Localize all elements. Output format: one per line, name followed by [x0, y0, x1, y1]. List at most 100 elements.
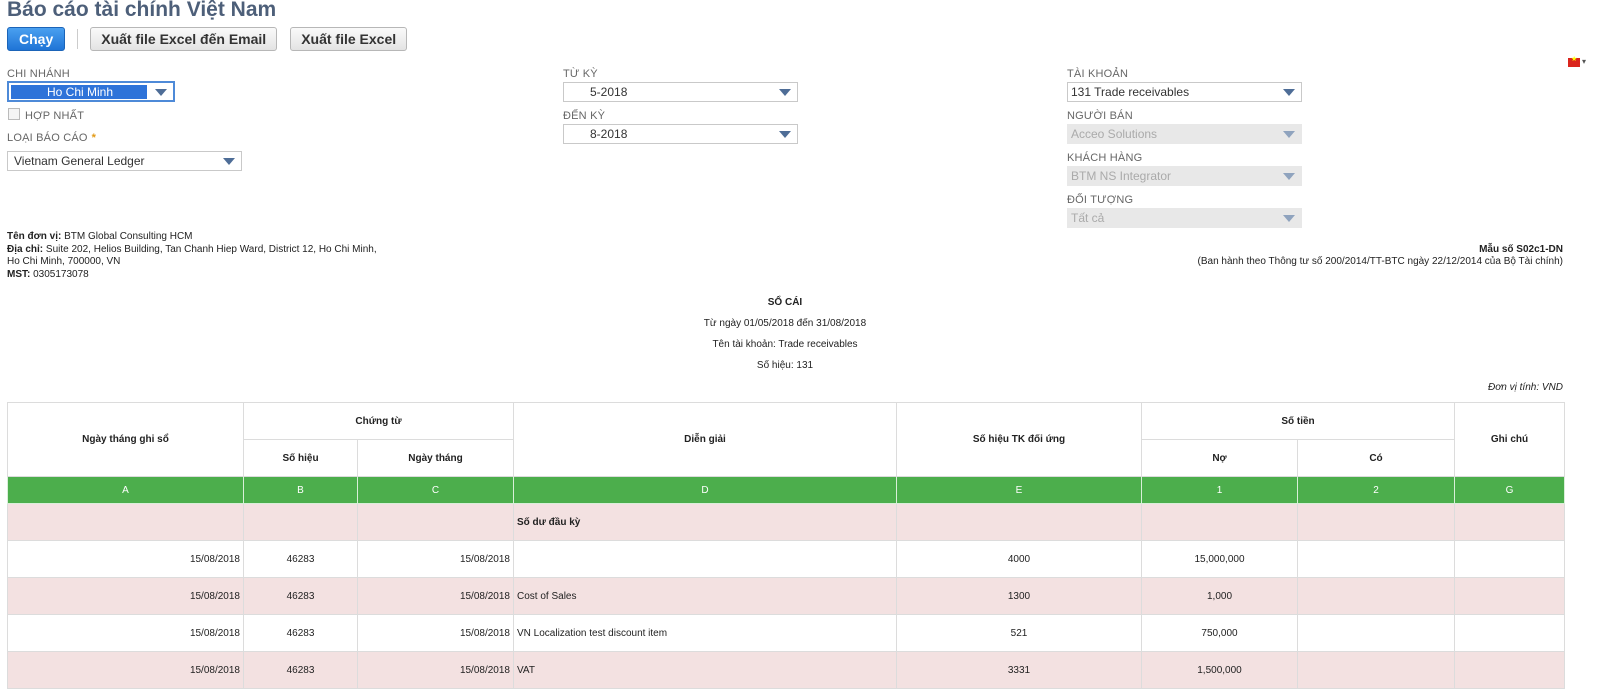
branch-value: Ho Chi Minh: [11, 84, 147, 99]
run-button[interactable]: Chạy: [7, 27, 66, 51]
credit-amount: [1297, 540, 1455, 578]
credit-amount: [1297, 614, 1455, 652]
table-row: 15/08/2018 46283 15/08/2018 VN Localizat…: [7, 614, 1565, 652]
entity-label: ĐỐI TƯỢNG: [1067, 194, 1134, 206]
header-note: Ghi chú: [1454, 402, 1565, 477]
note: [1454, 614, 1565, 652]
column-letter: D: [513, 476, 897, 504]
dropdown-arrow-icon: [1283, 173, 1295, 180]
vendor-label: NGƯỜI BÁN: [1067, 110, 1133, 122]
column-letter: C: [357, 476, 514, 504]
description: [513, 540, 897, 578]
toolbar: Chạy Xuất file Excel đến Email Xuất file…: [7, 27, 408, 51]
consolidate-label: HỢP NHẤT: [25, 110, 85, 122]
contra-account: 4000: [896, 540, 1142, 578]
report-title: SỔ CÁI: [767, 297, 803, 308]
report-account-name: Tên tài khoản: Trade receivables: [712, 339, 858, 350]
dropdown-arrow-icon: [1283, 215, 1295, 222]
voucher-no: 46283: [243, 577, 358, 615]
customer-value: BTM NS Integrator: [1071, 169, 1172, 183]
voucher-date: 15/08/2018: [357, 540, 514, 578]
column-letter: A: [7, 476, 244, 504]
voucher-date: 15/08/2018: [357, 577, 514, 615]
debit-amount: 1,500,000: [1141, 651, 1298, 689]
dropdown-arrow-icon: [1283, 89, 1295, 96]
table-row: 15/08/2018 46283 15/08/2018 VAT 3331 1,5…: [7, 651, 1565, 689]
company-address: Suite 202, Helios Building, Tan Chanh Hi…: [45, 243, 377, 255]
form-code: Mẫu số S02c1-DN: [1479, 244, 1563, 255]
from-period-label: TỪ KỲ: [563, 68, 598, 80]
dropdown-arrow-icon: [779, 131, 791, 138]
company-info: Tên đơn vị: BTM Global Consulting HCM Đị…: [7, 231, 377, 281]
export-excel-button[interactable]: Xuất file Excel: [290, 27, 408, 51]
vendor-select: Acceo Solutions: [1067, 124, 1302, 144]
record-date: 15/08/2018: [7, 540, 244, 578]
column-letter: 2: [1297, 476, 1455, 504]
contra-account: 3331: [896, 651, 1142, 689]
voucher-date: 15/08/2018: [357, 651, 514, 689]
table-row: 15/08/2018 46283 15/08/2018 4000 15,000,…: [7, 540, 1565, 578]
dropdown-arrow-icon: [1283, 131, 1295, 138]
export-excel-email-button[interactable]: Xuất file Excel đến Email: [90, 27, 278, 51]
debit-amount: 750,000: [1141, 614, 1298, 652]
dropdown-arrow-icon: [779, 89, 791, 96]
table-header-row: Ngày tháng ghi sổ Chứng từ Diễn giải Số …: [7, 402, 1565, 477]
required-marker: *: [91, 132, 97, 144]
header-voucher-no: Số hiệu: [243, 439, 358, 477]
header-amount: Số tiền: [1141, 402, 1455, 440]
account-value: 131 Trade receivables: [1071, 85, 1190, 99]
tax-id: 0305173078: [33, 268, 89, 280]
page-title: Báo cáo tài chính Việt Nam: [7, 0, 277, 21]
entity-value: Tất cả: [1071, 211, 1105, 225]
from-period-value: 5-2018: [590, 85, 628, 99]
header-debit: Nợ: [1141, 439, 1298, 477]
account-select[interactable]: 131 Trade receivables: [1067, 82, 1302, 102]
branch-label: CHI NHÁNH: [7, 68, 70, 80]
description: Cost of Sales: [513, 577, 897, 615]
note: [1454, 651, 1565, 689]
account-label: TÀI KHOẢN: [1067, 68, 1129, 80]
vietnam-flag-icon[interactable]: [1568, 55, 1580, 67]
note: [1454, 577, 1565, 615]
voucher-date: 15/08/2018: [357, 614, 514, 652]
opening-balance-label: Số dư đầu kỳ: [513, 503, 897, 541]
credit-amount: [1297, 577, 1455, 615]
company-address-label: Địa chỉ:: [7, 243, 44, 255]
header-voucher-date: Ngày tháng: [357, 439, 514, 477]
debit-amount: 15,000,000: [1141, 540, 1298, 578]
voucher-no: 46283: [243, 651, 358, 689]
to-period-value: 8-2018: [590, 127, 628, 141]
customer-label: KHÁCH HÀNG: [1067, 152, 1143, 164]
record-date: 15/08/2018: [7, 614, 244, 652]
table-row: 15/08/2018 46283 15/08/2018 Cost of Sale…: [7, 577, 1565, 615]
ledger-table: Ngày tháng ghi sổ Chứng từ Diễn giải Số …: [7, 402, 1565, 689]
header-record-date: Ngày tháng ghi sổ: [7, 402, 244, 477]
company-address-line2: Ho Chi Minh, 700000, VN: [7, 256, 121, 267]
contra-account: 521: [896, 614, 1142, 652]
report-type-label: LOẠI BÁO CÁO *: [7, 132, 97, 144]
column-letter: G: [1454, 476, 1565, 504]
toolbar-divider: [77, 29, 79, 49]
report-account-number: Số hiệu: 131: [756, 360, 814, 371]
credit-amount: [1297, 651, 1455, 689]
column-letter: E: [896, 476, 1142, 504]
column-letter: B: [243, 476, 358, 504]
to-period-label: ĐẾN KỲ: [563, 110, 606, 122]
branch-select[interactable]: Ho Chi Minh: [7, 81, 175, 102]
from-period-select[interactable]: 5-2018: [563, 82, 798, 102]
header-credit: Có: [1297, 439, 1455, 477]
chevron-down-icon[interactable]: ▾: [1582, 57, 1586, 66]
record-date: 15/08/2018: [7, 577, 244, 615]
form-issued-by: (Ban hành theo Thông tư số 200/2014/TT-B…: [1197, 256, 1563, 267]
voucher-no: 46283: [243, 614, 358, 652]
record-date: 15/08/2018: [7, 651, 244, 689]
description: VN Localization test discount item: [513, 614, 897, 652]
to-period-select[interactable]: 8-2018: [563, 124, 798, 144]
consolidate-checkbox[interactable]: [8, 108, 20, 120]
customer-select: BTM NS Integrator: [1067, 166, 1302, 186]
report-type-value: Vietnam General Ledger: [14, 154, 145, 168]
report-date-range: Từ ngày 01/05/2018 đến 31/08/2018: [703, 318, 867, 329]
header-contra-account: Số hiệu TK đối ứng: [896, 402, 1142, 477]
report-type-select[interactable]: Vietnam General Ledger: [7, 151, 242, 171]
debit-amount: 1,000: [1141, 577, 1298, 615]
